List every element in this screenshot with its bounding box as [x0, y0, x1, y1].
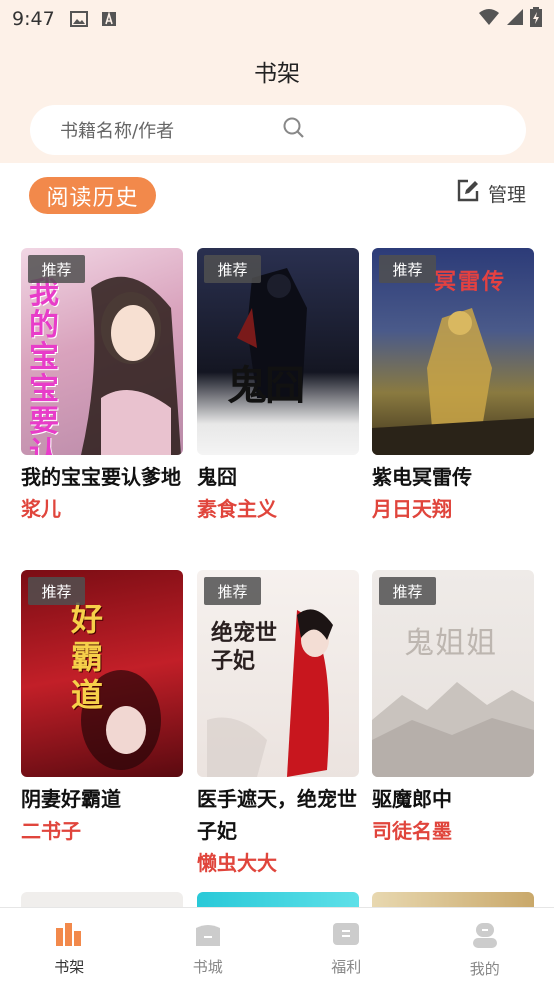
tab-label: 书架 — [54, 958, 85, 976]
book-title-text: 驱魔郎中 — [372, 787, 452, 811]
book-title-text: 我的宝宝要认爹地 — [21, 465, 181, 489]
recommend-tag: 推荐 — [28, 255, 85, 283]
book-author: 司徒名墨 — [372, 819, 452, 843]
book-title: 我的宝宝要认爹地 浆儿 — [21, 461, 191, 525]
book-author: 二书子 — [21, 819, 81, 843]
book-cover[interactable]: 冥雷传 推荐 — [372, 248, 534, 455]
tab-label: 福利 — [331, 958, 362, 976]
tab-label: 我的 — [469, 960, 500, 978]
recommend-tag: 推荐 — [379, 577, 436, 605]
book-title-text: 医手遮天，绝宠世子妃 — [197, 787, 357, 843]
recommend-tag: 推荐 — [204, 255, 261, 283]
cover-title: 绝宠世子妃 — [211, 621, 278, 674]
history-row: 阅读历史 管理 — [0, 163, 554, 228]
book-author: 素食主义 — [197, 497, 277, 521]
book-author: 懒虫大大 — [197, 851, 277, 875]
tab-welfare[interactable]: 福利 — [277, 908, 416, 985]
recommend-tag: 推荐 — [379, 255, 436, 283]
battery-icon — [530, 7, 542, 31]
profile-icon — [471, 922, 499, 952]
book-cover[interactable]: 好霸道 推荐 — [21, 570, 183, 777]
search-icon[interactable] — [282, 116, 504, 145]
book-cover[interactable]: 我的宝宝要认爹地 推荐 — [21, 248, 183, 455]
manage-label: 管理 — [487, 184, 526, 206]
book-title-text: 紫电冥雷传 — [372, 465, 472, 489]
book-author: 月日天翔 — [372, 497, 452, 521]
manage-button[interactable]: 管理 — [456, 179, 526, 208]
search-input[interactable]: 书籍名称/作者 — [30, 105, 526, 155]
status-bar: 9:47 — [0, 0, 554, 38]
cover-title: 我的宝宝要认爹地 — [29, 276, 59, 456]
book-author: 浆儿 — [21, 497, 61, 521]
book-title: 紫电冥雷传 月日天翔 — [372, 461, 542, 525]
cover-title: 鬼姐姐 — [404, 626, 497, 661]
cover-title: 鬼囧 — [227, 363, 305, 409]
cover-title: 冥雷传 — [434, 270, 507, 295]
book-cover[interactable]: 鬼囧 推荐 — [197, 248, 359, 455]
cover-title: 好霸道 — [71, 600, 104, 714]
bookshelf-icon — [55, 922, 83, 950]
book-cover[interactable]: 鬼姐姐 推荐 — [372, 570, 534, 777]
book-title: 医手遮天，绝宠世子妃 懒虫大大 — [197, 783, 367, 879]
wifi-icon — [478, 8, 500, 30]
signal-icon — [506, 8, 524, 30]
book-title-text: 阴妻好霸道 — [21, 787, 121, 811]
recommend-tag: 推荐 — [28, 577, 85, 605]
header: 书架 书籍名称/作者 — [0, 38, 554, 163]
book-title-text: 鬼囧 — [197, 465, 237, 489]
tab-bookstore[interactable]: 书城 — [139, 908, 278, 985]
tab-profile[interactable]: 我的 — [416, 908, 554, 985]
bookstore-icon — [194, 922, 222, 950]
tab-bookshelf[interactable]: 书架 — [0, 908, 139, 985]
edit-icon — [456, 179, 480, 208]
recommend-tag: 推荐 — [204, 577, 261, 605]
status-time: 9:47 — [12, 8, 55, 30]
gallery-icon — [69, 10, 89, 28]
book-cover[interactable]: 绝宠世子妃 推荐 — [197, 570, 359, 777]
book-title: 阴妻好霸道 二书子 — [21, 783, 191, 847]
book-title: 鬼囧 素食主义 — [197, 461, 367, 525]
welfare-icon — [332, 922, 360, 950]
page-title: 书架 — [254, 61, 300, 87]
font-icon — [99, 10, 119, 28]
search-placeholder: 书籍名称/作者 — [60, 121, 175, 142]
reading-history-button[interactable]: 阅读历史 — [29, 177, 156, 214]
tab-label: 书城 — [192, 958, 223, 976]
book-title: 驱魔郎中 司徒名墨 — [372, 783, 542, 847]
bottom-nav: 书架 书城 福利 我的 — [0, 907, 554, 985]
